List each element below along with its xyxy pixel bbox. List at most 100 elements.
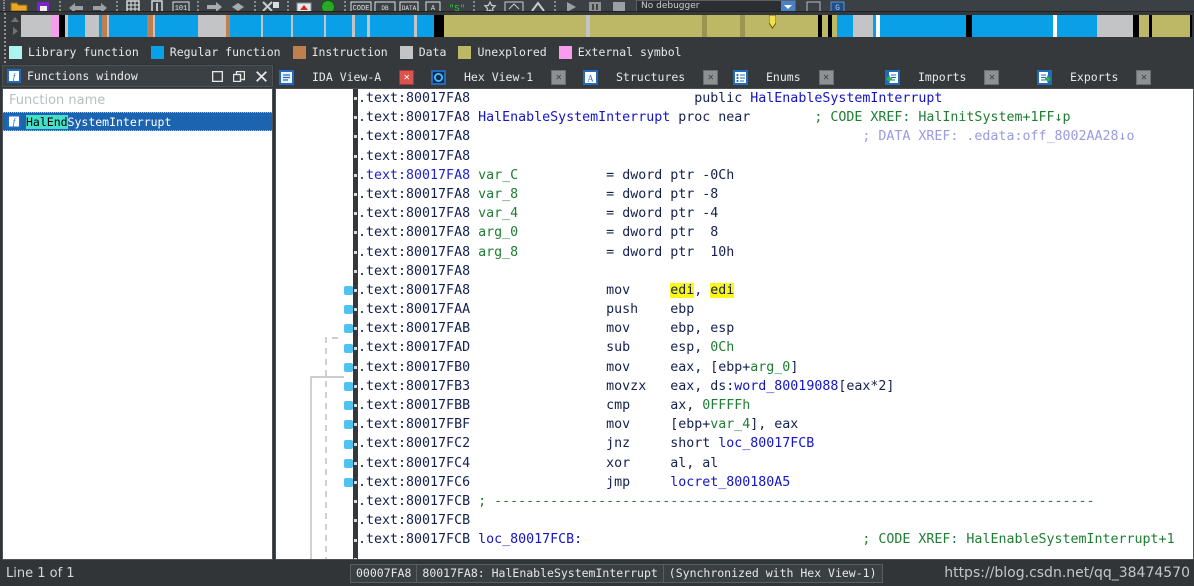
string-s-icon[interactable]: "S" [445,0,469,12]
instruction-dot[interactable] [344,343,353,353]
line-tick [354,519,357,523]
maximize-button[interactable] [206,66,228,86]
line-address: .text:80017FA8 [358,263,471,279]
text-view-icon[interactable] [145,0,169,11]
chevron-up-icon[interactable] [526,0,550,11]
disassembly-line[interactable]: .text:80017FA8 arg_0 = dword ptr 8 [358,223,1193,242]
open-folder-icon[interactable] [7,0,31,11]
data-byte-icon[interactable]: DB [373,0,397,11]
disassembly-line[interactable]: .text:80017FAA push ebp [358,300,1193,319]
run-icon[interactable] [559,0,583,11]
green-play-icon[interactable] [316,0,340,11]
disassembly-line[interactable]: .text:80017FA8 ; DATA XREF: .edata:off_8… [358,127,1193,146]
debug-window-icon[interactable] [802,0,826,11]
instruction-dot[interactable] [344,324,353,334]
save-icon[interactable] [31,0,55,11]
cross-tool-icon[interactable] [259,0,283,11]
line-status-text: Line 1 of 1 [6,565,75,581]
instruction-dot[interactable] [344,382,353,391]
disassembly-line[interactable]: .text:80017FBF mov [ebp+var_4], eax [358,415,1193,434]
navigator-zoom-in-icon[interactable] [11,17,19,22]
export-icon[interactable] [502,0,526,11]
toolbar-grip[interactable] [0,0,7,11]
svg-text:CODE: CODE [353,5,370,12]
legend-label: Data [418,45,447,59]
code-icon[interactable]: CODE [349,0,373,12]
tab-close-icon[interactable]: ✕ [703,69,719,85]
navigator-bar[interactable] [0,12,1194,40]
close-button[interactable] [250,66,272,86]
star-icon[interactable] [478,0,502,11]
pause-icon[interactable] [583,0,607,11]
debugger-select[interactable]: No debugger [636,0,796,11]
jump-arrow-icon[interactable] [202,0,226,11]
disassembly-text[interactable]: .text:80017FA8 public HalEnableSystemInt… [358,89,1193,559]
main-toolbar[interactable]: 101 CODE DB DATA A "S" No debugger G [0,0,1194,12]
tab-ida-view-a[interactable]: IDA View-A ✕ [275,64,427,90]
tab-close-icon[interactable]: ✕ [818,69,834,85]
disassembly-line[interactable]: .text:80017FC6 jmp locret_800180A5 [358,473,1193,492]
hex-101-icon[interactable]: 101 [169,0,193,11]
line-tick [354,269,357,273]
instruction-dot[interactable] [344,439,353,449]
disassembly-line[interactable]: .text:80017FA8 var_8 = dword ptr -8 [358,185,1193,204]
instruction-dot[interactable] [344,420,353,430]
function-name-column-header[interactable]: Function name [3,89,272,112]
tab-close-icon[interactable]: ✕ [551,69,567,85]
disassembly-line[interactable]: .text:80017FCB [358,511,1193,530]
instruction-dot[interactable] [344,362,353,372]
navigator-zoom-arrows[interactable] [9,12,21,40]
disassembly-line[interactable]: .text:80017FA8 mov edi, edi [358,281,1193,300]
disassembly-line[interactable]: .text:80017FC4 xor al, al [358,454,1193,473]
restore-button[interactable] [228,66,250,86]
data-icon[interactable]: DATA [397,0,421,11]
disassembly-line[interactable]: .text:80017FA8 var_4 = dword ptr -4 [358,204,1193,223]
stop-icon[interactable] [607,0,631,11]
functions-list[interactable]: Function name f HalEnd SystemInterrupt [2,88,273,560]
disassembly-line[interactable]: .text:80017FAB mov ebp, esp [358,319,1193,338]
disassembly-line[interactable]: .text:80017FA8 [358,262,1193,281]
back-arrow-icon[interactable] [64,0,88,11]
function-list-item[interactable]: f HalEnd SystemInterrupt [3,112,272,131]
diamond-icon[interactable] [226,0,250,11]
disassembly-line[interactable]: .text:80017FA8 [358,147,1193,166]
tab-close-icon[interactable]: ✕ [1136,69,1152,85]
graph-icon[interactable] [121,0,145,11]
disassembly-line[interactable]: .text:80017FA8 arg_8 = dword ptr 10h [358,243,1193,262]
instruction-dot[interactable] [344,286,353,295]
tab-close-icon[interactable]: ✕ [984,69,1000,85]
tab-exports[interactable]: Exports ✕ [1033,64,1188,90]
tab-enums[interactable]: Enums ✕ [729,64,881,90]
disassembly-line[interactable]: .text:80017FA8 HalEnableSystemInterrupt … [358,108,1193,127]
tab-imports[interactable]: Imports ✕ [881,64,1033,90]
disassembly-line[interactable]: .text:80017FCB ; -----------------------… [358,492,1193,511]
disassembly-line[interactable]: .text:80017FC2 jnz short loc_80017FCB [358,434,1193,453]
tab-close-icon[interactable]: ✕ [399,69,415,85]
breakpoint-icon[interactable] [292,0,316,11]
navigator-grip[interactable] [0,12,9,40]
legend-grip[interactable] [0,40,9,64]
instruction-dot[interactable] [344,478,353,487]
disassembly-line[interactable]: .text:80017FA8 var_C = dword ptr -0Ch [358,166,1193,185]
view-tab-strip[interactable]: IDA View-A ✕ Hex View-1 ✕ A Structures ✕ Enums ✕… [275,64,1194,90]
disassembly-line[interactable]: .text:80017FBB cmp ax, 0FFFFh [358,396,1193,415]
disassembly-line[interactable]: .text:80017FB0 mov eax, [ebp+arg_0] [358,358,1193,377]
ida-view-a[interactable]: .text:80017FA8 public HalEnableSystemInt… [275,88,1194,560]
disassembly-line[interactable]: .text:80017FB3 movzx eax, ds:word_800190… [358,377,1193,396]
disassembly-line[interactable]: .text:80017FCB loc_80017FCB: ; CODE XREF… [358,530,1193,549]
ascii-icon[interactable]: A [421,0,445,11]
navigator-band[interactable] [21,15,1192,37]
disassembly-line[interactable]: .text:80017FA8 public HalEnableSystemInt… [358,89,1193,108]
disassembly-line[interactable]: .text:80017FAD sub esp, 0Ch [358,338,1193,357]
instruction-dot[interactable] [344,458,353,468]
instruction-dot[interactable] [344,401,353,411]
navigator-cursor[interactable] [768,15,777,29]
tab-hex-view-1[interactable]: Hex View-1 ✕ [427,64,579,90]
navigator-zoom-out-icon[interactable] [12,27,18,35]
refresh-icon[interactable]: G [826,0,850,11]
chevron-down-icon[interactable] [781,0,795,11]
instruction-dot[interactable] [344,305,353,315]
line-tick [354,116,357,120]
forward-arrow-icon[interactable] [88,0,112,11]
tab-structures[interactable]: A Structures ✕ [579,64,729,90]
